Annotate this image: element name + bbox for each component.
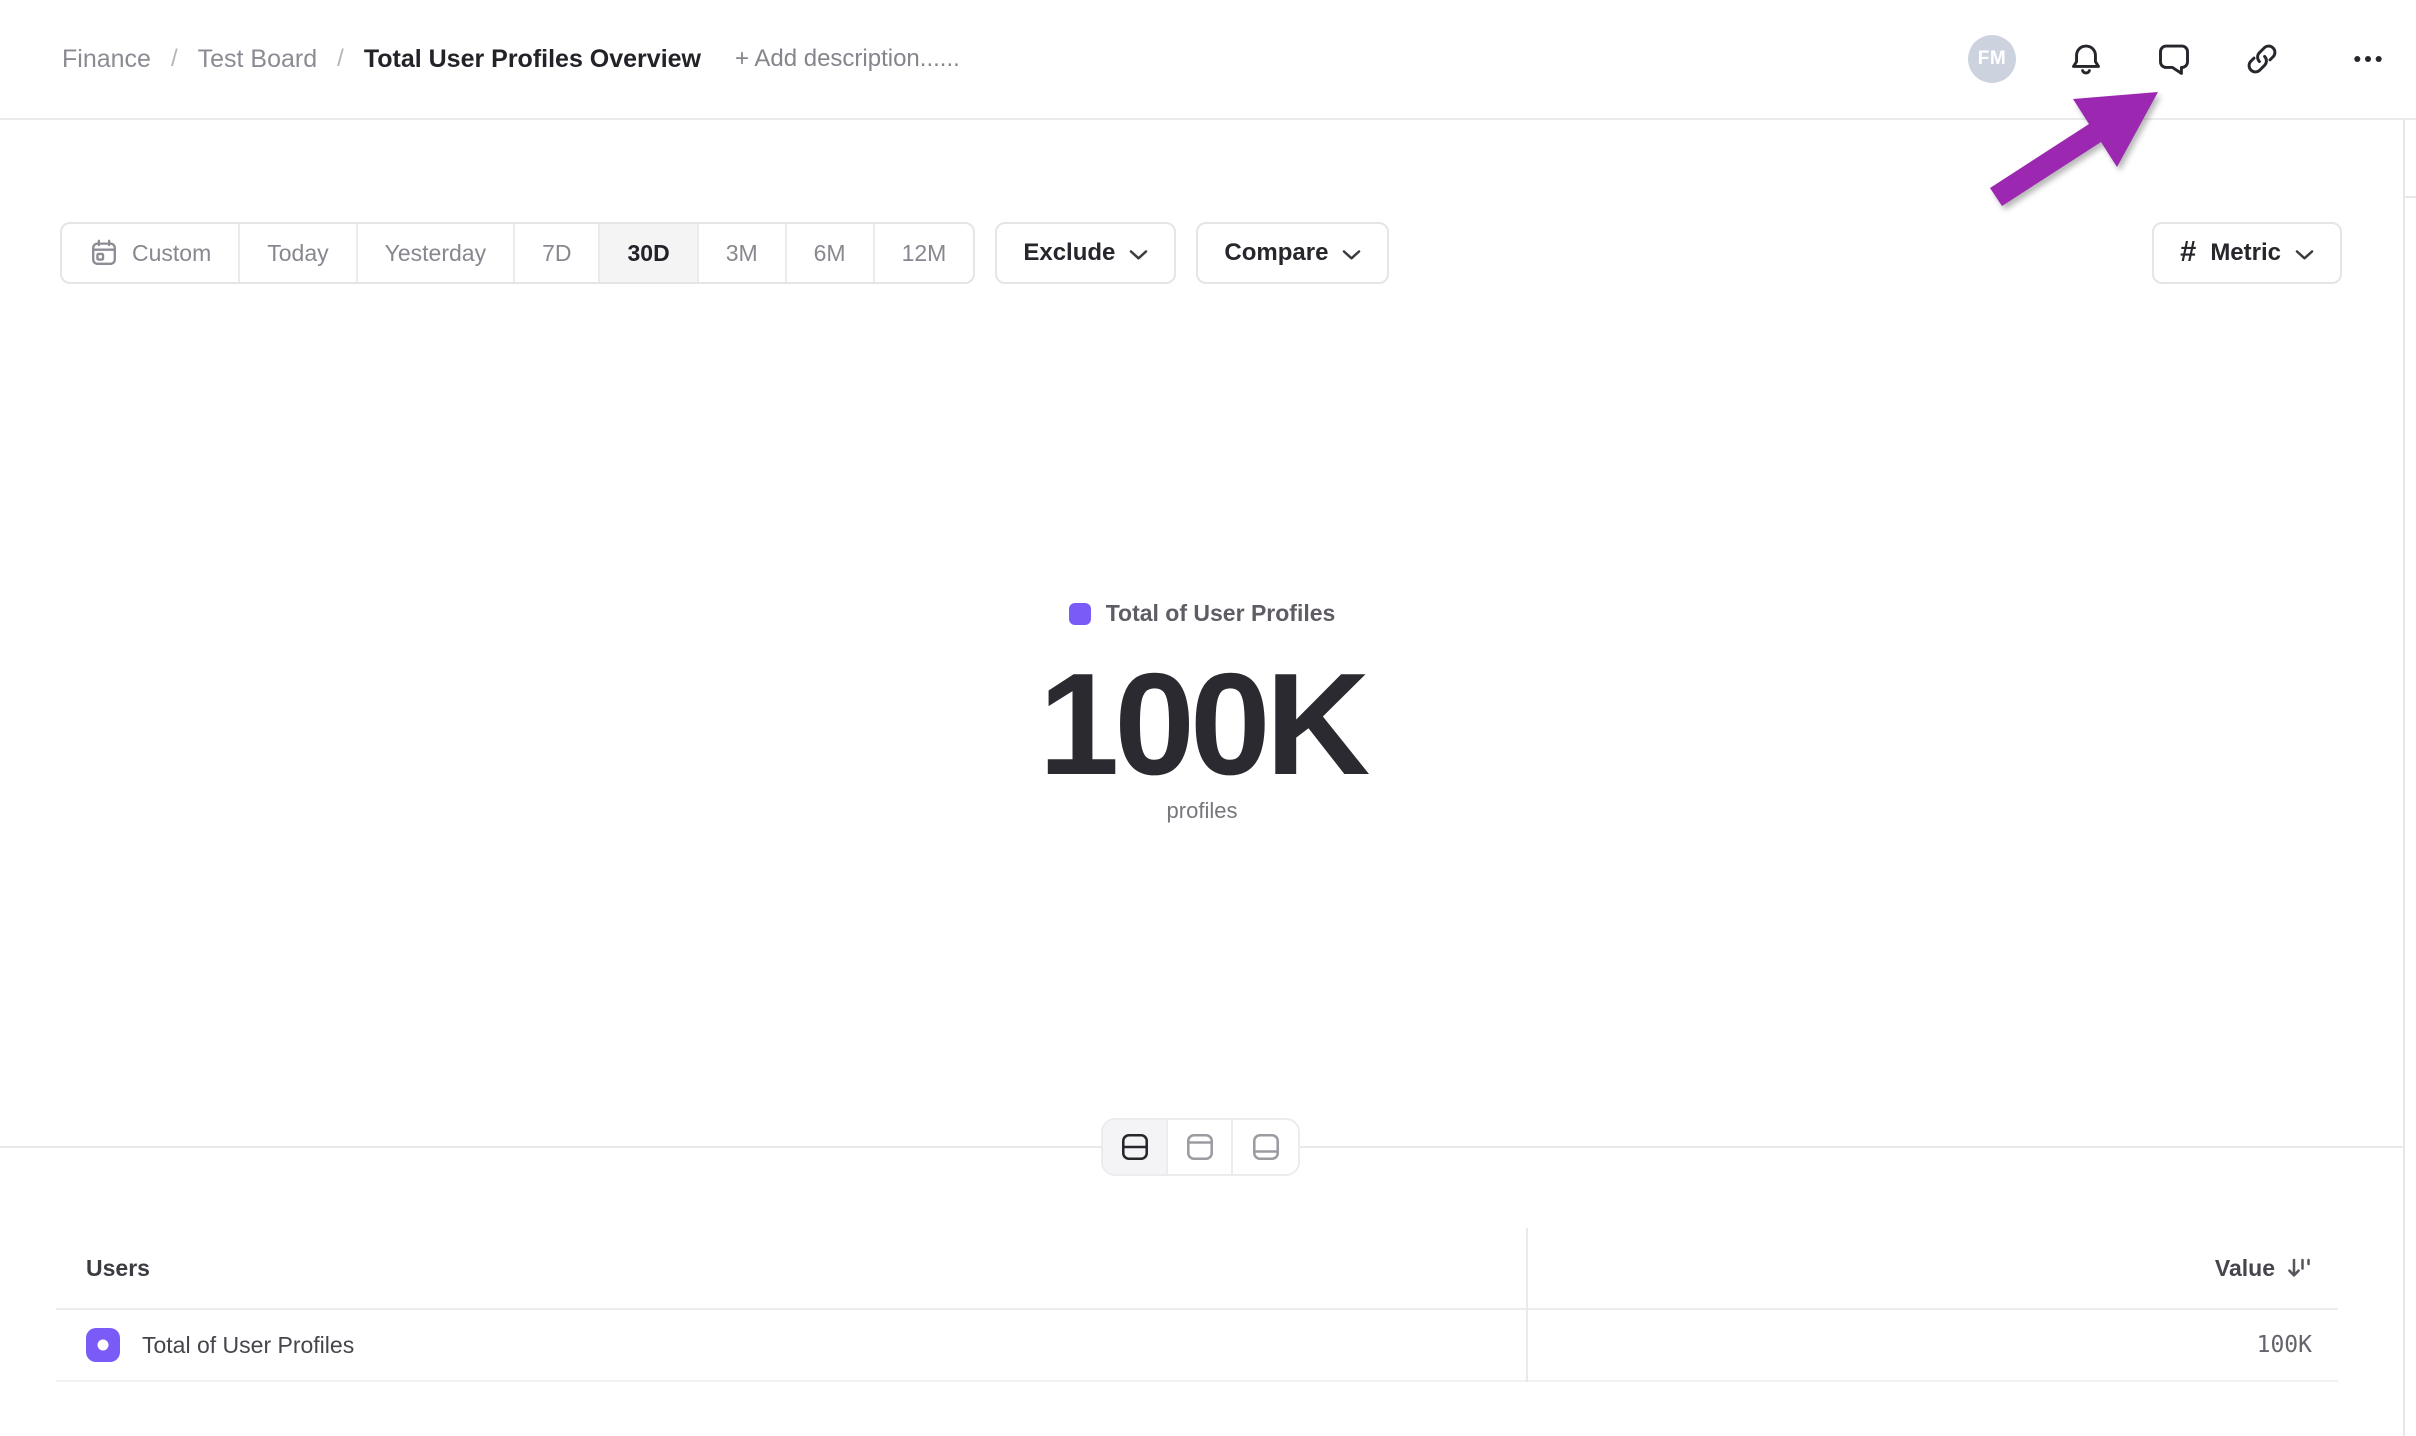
date-range-yesterday[interactable]: Yesterday	[358, 224, 515, 282]
top-header: Finance / Test Board / Total User Profil…	[0, 0, 2416, 120]
header-actions: FM	[1968, 35, 2386, 83]
right-panel-edge	[2403, 120, 2405, 1436]
comments-icon[interactable]	[2156, 41, 2192, 77]
series-marker-icon	[86, 1328, 120, 1362]
metric-unit-label: profiles	[0, 798, 2404, 824]
table-header-row: Users Value	[56, 1228, 2338, 1310]
date-range-7d[interactable]: 7D	[515, 224, 600, 282]
table-only-view-icon	[1251, 1132, 1281, 1162]
breadcrumb-separator: /	[171, 45, 178, 73]
column-header-value[interactable]: Value	[2215, 1255, 2338, 1282]
exclude-button-label: Exclude	[1023, 239, 1115, 267]
metric-legend: Total of User Profiles	[0, 600, 2404, 627]
view-switcher	[1101, 1118, 1300, 1176]
table-row-value: 100K	[2257, 1332, 2338, 1358]
date-range-12m[interactable]: 12M	[875, 224, 974, 282]
metric-button[interactable]: # Metric	[2152, 222, 2342, 284]
right-panel-divider	[2403, 196, 2416, 198]
split-view-button[interactable]	[1103, 1120, 1168, 1174]
chevron-down-icon	[2295, 249, 2314, 261]
table-column-divider	[1526, 1228, 1528, 1382]
column-header-value-label: Value	[2215, 1255, 2275, 1282]
exclude-button[interactable]: Exclude	[995, 222, 1176, 284]
metric-big-value: 100K	[0, 652, 2404, 797]
date-range-label: 30D	[627, 240, 669, 267]
date-range-label: Today	[267, 240, 328, 267]
date-range-label: Yesterday	[385, 240, 486, 267]
sort-descending-icon	[2285, 1256, 2312, 1281]
copy-link-icon[interactable]	[2244, 41, 2280, 77]
date-range-6m[interactable]: 6M	[787, 224, 875, 282]
notifications-bell-icon[interactable]	[2068, 41, 2104, 77]
breadcrumb: Finance / Test Board / Total User Profil…	[62, 45, 701, 74]
table-only-view-button[interactable]	[1233, 1120, 1298, 1174]
compare-button-label: Compare	[1224, 239, 1328, 267]
compare-button[interactable]: Compare	[1196, 222, 1389, 284]
chevron-down-icon	[1129, 249, 1148, 261]
table-row-label: Total of User Profiles	[142, 1332, 354, 1359]
date-range-label: 12M	[902, 240, 947, 267]
metric-button-label: Metric	[2210, 239, 2281, 267]
date-range-today[interactable]: Today	[240, 224, 357, 282]
calendar-icon	[89, 238, 119, 268]
chevron-down-icon	[1342, 249, 1361, 261]
breadcrumb-separator: /	[337, 45, 344, 73]
breadcrumb-item-test-board[interactable]: Test Board	[198, 45, 318, 74]
filters-toolbar: Custom Today Yesterday 7D 30D 3M 6M 12M …	[60, 222, 2342, 284]
date-range-30d[interactable]: 30D	[600, 224, 698, 282]
legend-color-swatch[interactable]	[1069, 603, 1091, 625]
chart-only-view-icon	[1185, 1132, 1215, 1162]
date-range-custom[interactable]: Custom	[62, 224, 240, 282]
column-header-users: Users	[56, 1255, 150, 1282]
date-range-label: 6M	[814, 240, 846, 267]
date-range-label: 7D	[542, 240, 571, 267]
add-description-button[interactable]: + Add description......	[735, 45, 960, 73]
split-view-icon	[1120, 1132, 1150, 1162]
page-title[interactable]: Total User Profiles Overview	[364, 45, 701, 74]
table-row[interactable]: Total of User Profiles 100K	[56, 1310, 2338, 1382]
breadcrumb-item-finance[interactable]: Finance	[62, 45, 151, 74]
date-range-segmented-control: Custom Today Yesterday 7D 30D 3M 6M 12M	[60, 222, 975, 284]
date-range-label: Custom	[132, 240, 211, 267]
legend-label: Total of User Profiles	[1106, 600, 1336, 627]
avatar[interactable]: FM	[1968, 35, 2016, 83]
more-options-icon[interactable]	[2350, 41, 2386, 77]
date-range-label: 3M	[726, 240, 758, 267]
chart-only-view-button[interactable]	[1168, 1120, 1233, 1174]
hash-icon: #	[2180, 236, 2196, 269]
date-range-3m[interactable]: 3M	[699, 224, 787, 282]
